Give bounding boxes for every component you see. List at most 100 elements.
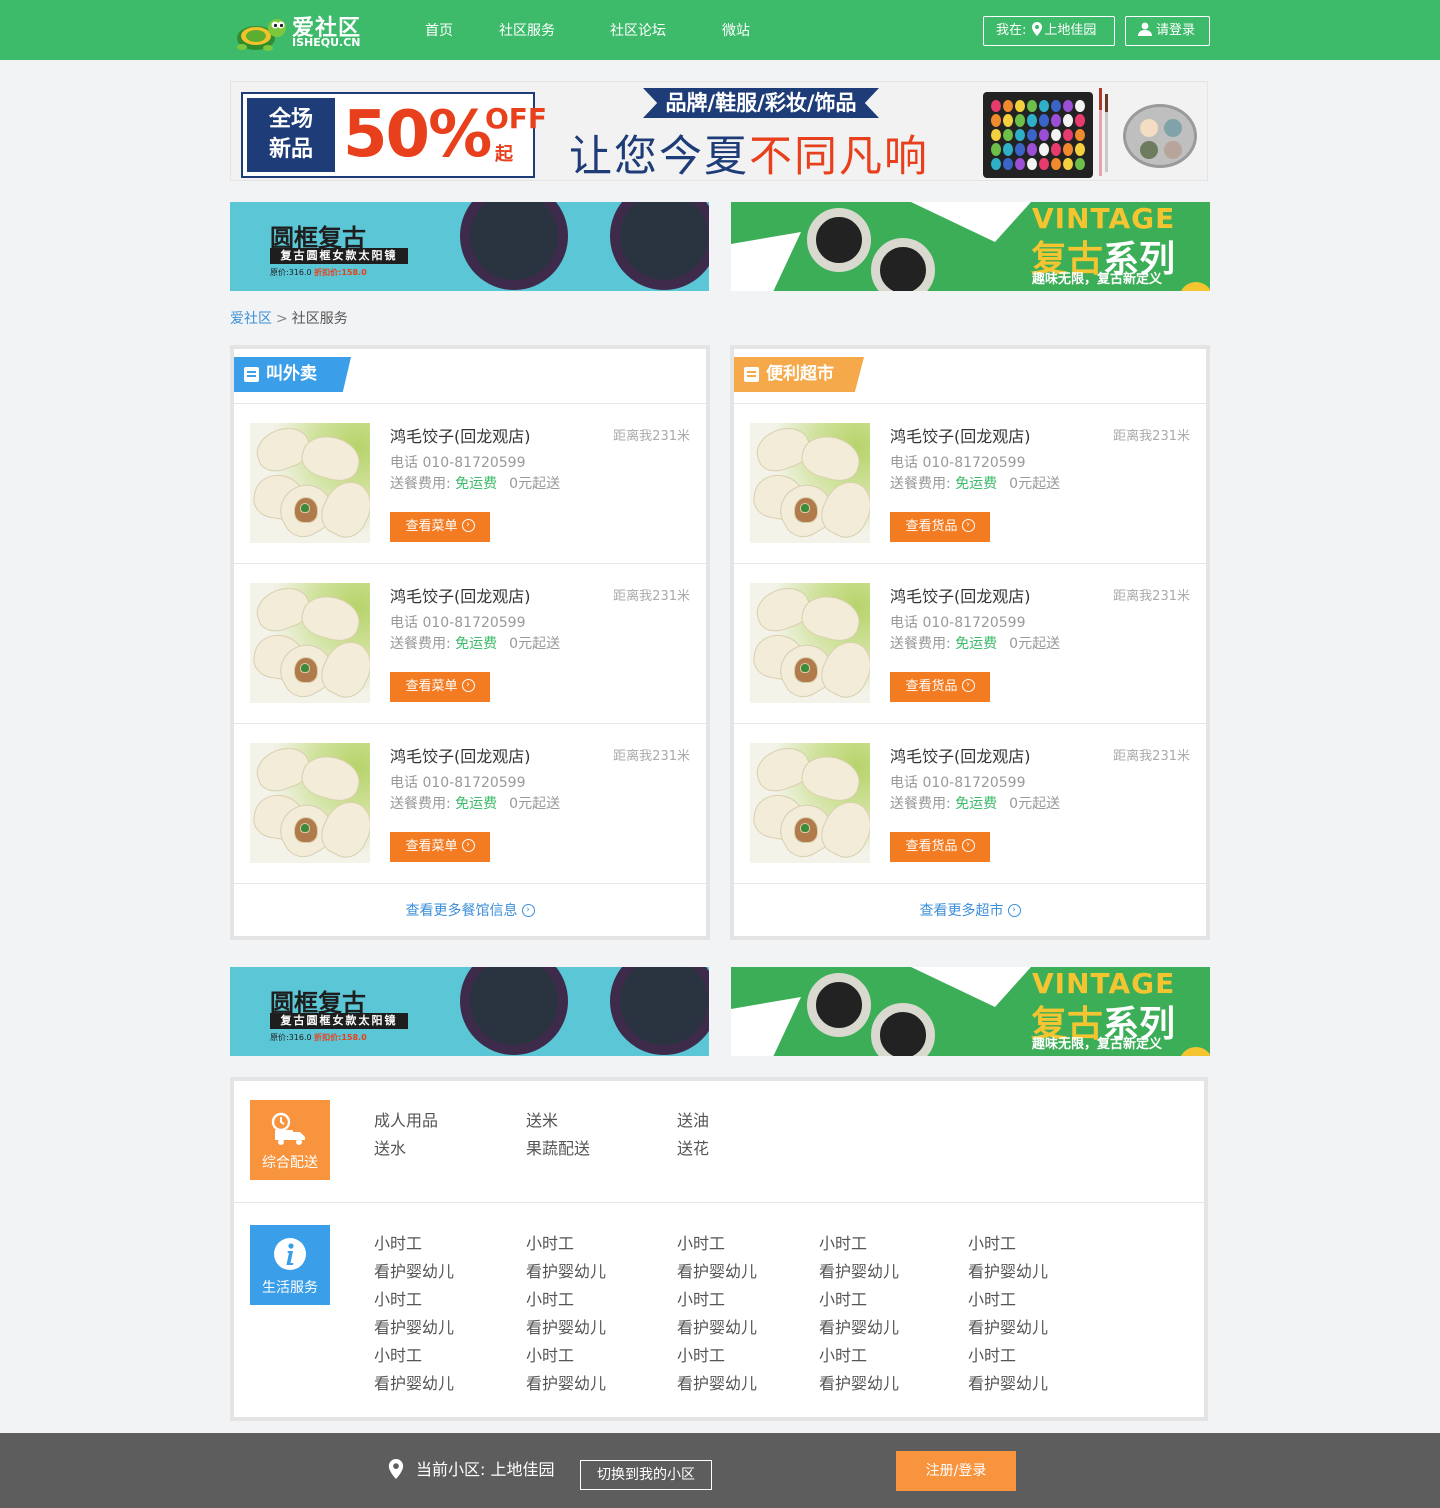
turtle-logo-icon [237,19,286,51]
life-service-link[interactable]: 小时工 [677,1286,725,1310]
button-label: 查看菜单 [405,519,458,534]
life-service-link[interactable]: 小时工 [677,1230,725,1254]
delivery-service-link[interactable]: 送米 [526,1107,558,1131]
life-service-link[interactable]: 小时工 [374,1342,422,1366]
logo-domain: ISHEQU.CN [292,36,361,49]
life-service-link[interactable]: 小时工 [819,1342,867,1366]
life-service-link[interactable]: 看护婴幼儿 [374,1314,454,1338]
shop-name[interactable]: 鸿毛饺子(回龙观店) [390,423,531,447]
breadcrumb-home[interactable]: 爱社区 [230,311,272,327]
takeout-tag[interactable]: 叫外卖 [234,357,351,392]
ad-series-sub: 趣味无限，复古新定义 [1032,272,1163,287]
life-service-link[interactable]: 小时工 [374,1286,422,1310]
delivery-category[interactable]: 综合配送 [250,1100,330,1180]
life-service-link[interactable]: 看护婴幼儿 [819,1314,899,1338]
life-service-link[interactable]: 看护婴幼儿 [968,1314,1048,1338]
shop-name[interactable]: 鸿毛饺子(回龙观店) [890,743,1031,767]
life-service-link[interactable]: 小时工 [968,1342,1016,1366]
market-more-link[interactable]: 查看更多超市 › [734,884,1206,938]
life-service-link[interactable]: 小时工 [526,1342,574,1366]
life-service-link[interactable]: 小时工 [968,1230,1016,1254]
market-view-button[interactable]: 查看货品 › [890,512,990,542]
button-label: 查看货品 [905,519,958,534]
shop-name[interactable]: 鸿毛饺子(回龙观店) [390,583,531,607]
shop-fee: 送餐费用: 免运费 0元起送 [890,793,1060,813]
ad-round-glasses-2[interactable]: 圆框复古 复古圆框女款太阳镜 原价:316.0 折扣价:158.0 [230,967,709,1056]
life-service-link[interactable]: 看护婴幼儿 [526,1370,606,1394]
eyeshadow-compact-image [1123,104,1197,168]
life-service-link[interactable]: 看护婴幼儿 [526,1258,606,1282]
dumpling-image [750,583,870,703]
delivery-service-link[interactable]: 果蔬配送 [526,1135,590,1159]
arrow-right-circle-icon: › [461,679,475,692]
nav-community-forum[interactable]: 社区论坛 [610,0,666,60]
life-service-link[interactable]: 看护婴幼儿 [968,1258,1048,1282]
fee-label: 送餐费用: [890,476,951,492]
life-service-link[interactable]: 小时工 [677,1342,725,1366]
dumpling-image [250,743,370,863]
promo-off: OFF [485,102,548,135]
fee-value: 免运费 [455,796,498,812]
site-logo[interactable]: 爱社区 ISHEQU.CN [230,8,380,54]
market-view-button[interactable]: 查看货品 › [890,672,990,702]
delivery-service-link[interactable]: 送水 [374,1135,406,1159]
login-button[interactable]: 请登录 [1125,16,1210,46]
promo-percent: 50% [343,98,492,172]
life-service-link[interactable]: 看护婴幼儿 [677,1314,757,1338]
nav-home[interactable]: 首页 [425,0,453,60]
life-service-link[interactable]: 看护婴幼儿 [819,1370,899,1394]
life-service-link[interactable]: 看护婴幼儿 [374,1370,454,1394]
nav-community-service[interactable]: 社区服务 [499,0,555,60]
life-service-link[interactable]: 看护婴幼儿 [677,1370,757,1394]
takeout-view-button[interactable]: 查看菜单 › [390,832,490,862]
shop-distance: 距离我231米 [613,589,690,604]
life-service-link[interactable]: 看护婴幼儿 [526,1314,606,1338]
nav-micro-site[interactable]: 微站 [722,0,750,60]
delivery-service-link[interactable]: 送花 [677,1135,709,1159]
shop-name[interactable]: 鸿毛饺子(回龙观店) [890,583,1031,607]
shop-name[interactable]: 鸿毛饺子(回龙观店) [890,423,1031,447]
min-order: 0元起送 [1009,796,1061,812]
arrow-right-circle-icon: › [461,839,475,852]
life-service-link[interactable]: 小时工 [968,1286,1016,1310]
ad-vintage-series-2[interactable]: VINTAGE 复古系列 趣味无限，复古新定义 [731,967,1210,1056]
life-service-link[interactable]: 小时工 [526,1286,574,1310]
register-login-button[interactable]: 注册/登录 [896,1451,1016,1491]
life-service-link[interactable]: 小时工 [819,1230,867,1254]
ad-price: 原价:316.0 折扣价:158.0 [270,267,367,278]
shop-distance: 距离我231米 [613,429,690,444]
life-service-link[interactable]: 小时工 [819,1286,867,1310]
ad-strip: 复古圆框女款太阳镜 [270,248,408,264]
life-service-link[interactable]: 小时工 [374,1230,422,1254]
switch-community-button[interactable]: 切换到我的小区 [580,1460,712,1490]
fee-value: 免运费 [955,476,998,492]
button-label: 查看菜单 [405,679,458,694]
market-view-button[interactable]: 查看货品 › [890,832,990,862]
delivery-service-link[interactable]: 成人用品 [374,1107,438,1131]
life-service-link[interactable]: 小时工 [526,1230,574,1254]
takeout-view-button[interactable]: 查看菜单 › [390,512,490,542]
takeout-view-button[interactable]: 查看菜单 › [390,672,490,702]
current-community-text: 当前小区: 上地佳园 [416,1460,555,1479]
button-label: 查看货品 [905,679,958,694]
dumpling-image [750,743,870,863]
takeout-list-item: 鸿毛饺子(回龙观店) 距离我231米 电话 010-81720599 送餐费用: 免运… [234,724,706,884]
life-category[interactable]: 生活服务 [250,1225,330,1305]
shop-name[interactable]: 鸿毛饺子(回龙观店) [390,743,531,767]
login-label: 请登录 [1156,23,1196,38]
life-service-link[interactable]: 看护婴幼儿 [819,1258,899,1282]
life-service-link[interactable]: 看护婴幼儿 [374,1258,454,1282]
promo-banner[interactable]: 全场 新品 50% OFF 起 品牌/鞋服/彩妆/饰品 让您今夏不同凡响 [230,81,1208,181]
delivery-service-link[interactable]: 送油 [677,1107,709,1131]
ad-vintage-series[interactable]: VINTAGE 复古系列 趣味无限，复古新定义 [731,202,1210,291]
ad-round-glasses[interactable]: 圆框复古 复古圆框女款太阳镜 原价:316.0 折扣价:158.0 [230,202,709,291]
sunglasses-image [460,967,709,1056]
market-tag[interactable]: 便利超市 [734,357,864,392]
location-button[interactable]: 我在: 上地佳园 [983,16,1115,46]
takeout-more-link[interactable]: 查看更多餐馆信息 › [234,884,706,938]
fee-label: 送餐费用: [890,796,951,812]
arrow-right-circle-icon: › [961,679,975,692]
life-service-link[interactable]: 看护婴幼儿 [968,1370,1048,1394]
life-service-link[interactable]: 看护婴幼儿 [677,1258,757,1282]
promo-qi: 起 [495,144,513,165]
